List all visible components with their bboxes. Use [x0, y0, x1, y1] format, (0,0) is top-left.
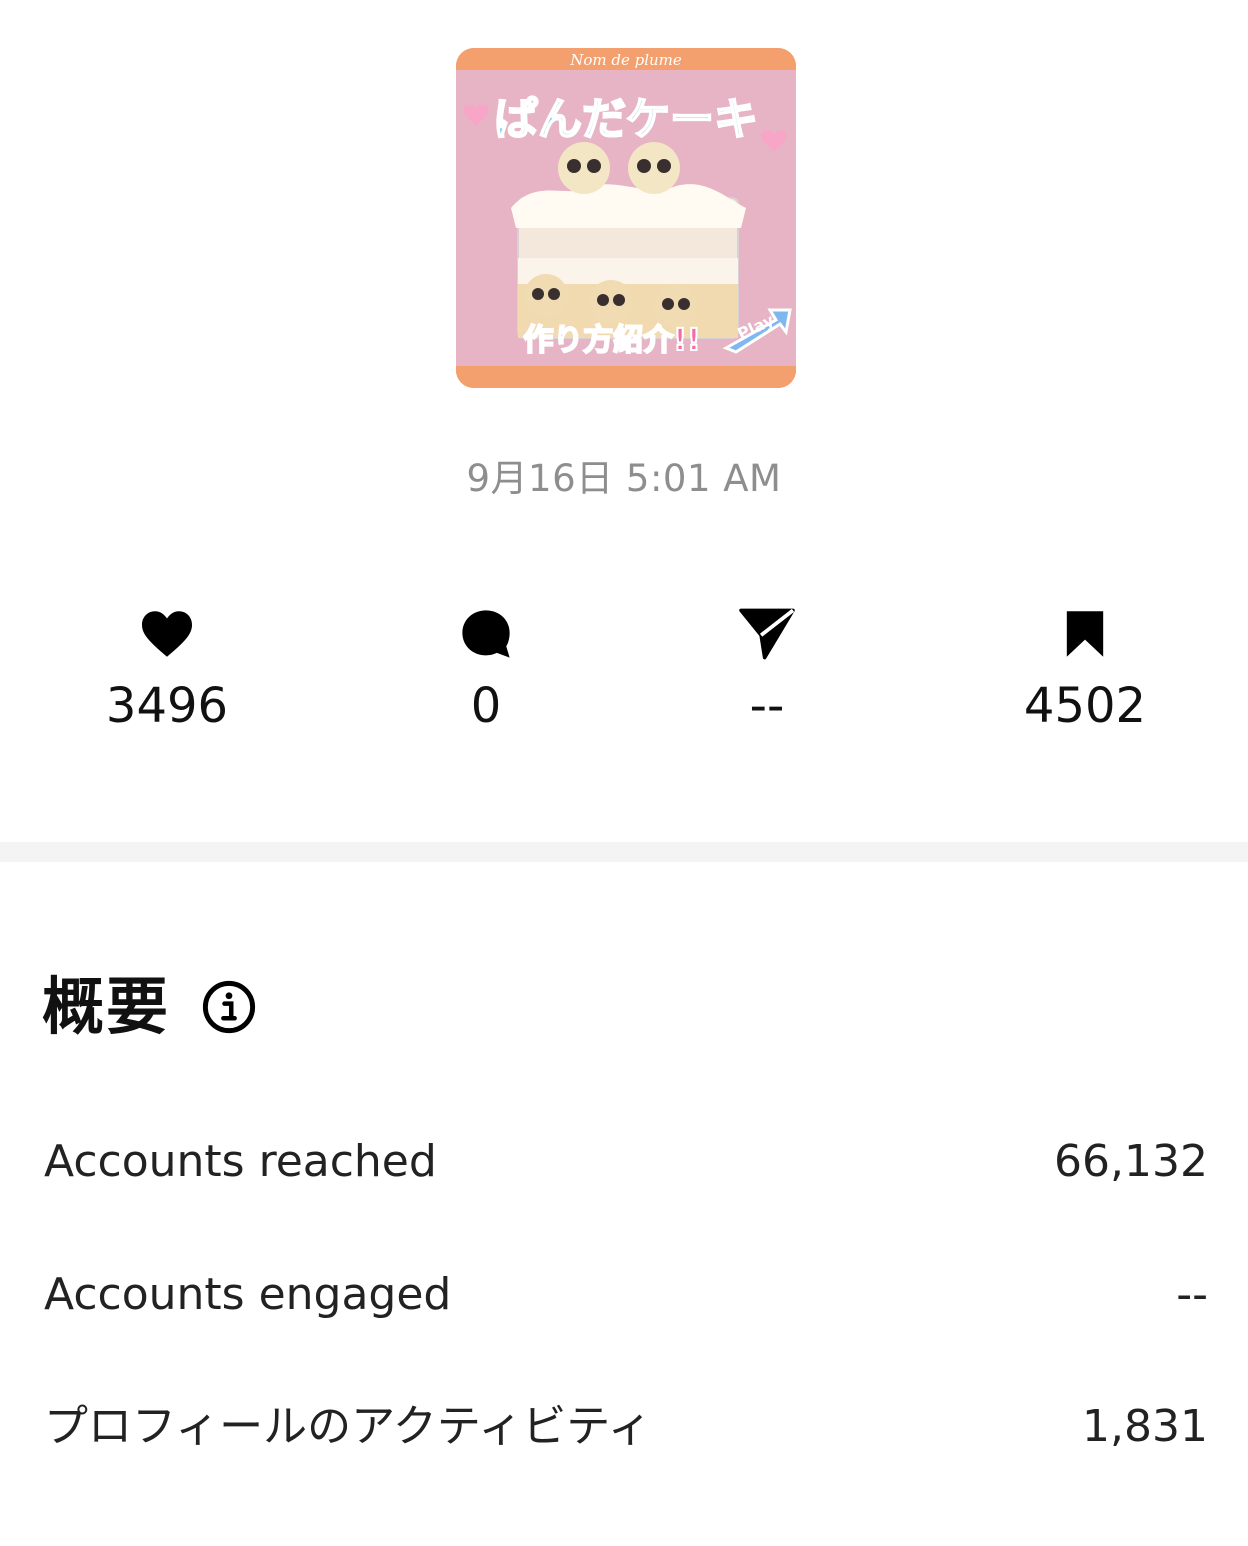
likes-stat[interactable]: 3496: [37, 604, 297, 734]
comment-icon: [356, 604, 616, 664]
post-thumbnail[interactable]: Nom de plume ぱんだケーキ 作り方紹介!! Play: [456, 48, 796, 388]
section-divider: [0, 842, 1248, 862]
bookmark-icon: [955, 604, 1215, 664]
shares-count: --: [749, 678, 785, 734]
accounts-engaged-row: Accounts engaged --: [44, 1267, 1208, 1323]
heart-icon: [37, 604, 297, 664]
accounts-reached-row: Accounts reached 66,132: [44, 1134, 1208, 1190]
metric-value: 1,831: [1082, 1401, 1208, 1452]
thumbnail-banner-text: Nom de plume: [569, 51, 682, 69]
thumbnail-title-text: ぱんだケーキ: [494, 94, 758, 145]
overview-title: 概要: [42, 970, 171, 1043]
metric-label: Accounts engaged: [44, 1269, 452, 1320]
saves-stat[interactable]: 4502: [955, 604, 1215, 734]
likes-count: 3496: [105, 678, 229, 734]
saves-count: 4502: [1023, 678, 1147, 734]
post-date: 9月16日 5:01 AM: [466, 457, 782, 500]
thumbnail-subtitle-text: 作り方紹介!!: [523, 323, 700, 358]
metric-value: 66,132: [1054, 1136, 1208, 1187]
metric-label: Accounts reached: [44, 1136, 437, 1187]
send-icon: [637, 604, 897, 664]
comments-count: 0: [470, 678, 502, 734]
profile-activity-row: プロフィールのアクティビティ 1,831: [44, 1399, 1208, 1455]
overview-header: 概要: [42, 970, 256, 1044]
metric-label: プロフィールのアクティビティ: [44, 1401, 652, 1452]
comments-stat[interactable]: 0: [356, 604, 616, 734]
shares-stat[interactable]: --: [637, 604, 897, 734]
info-icon[interactable]: [202, 980, 256, 1034]
metric-value: --: [1176, 1269, 1208, 1320]
